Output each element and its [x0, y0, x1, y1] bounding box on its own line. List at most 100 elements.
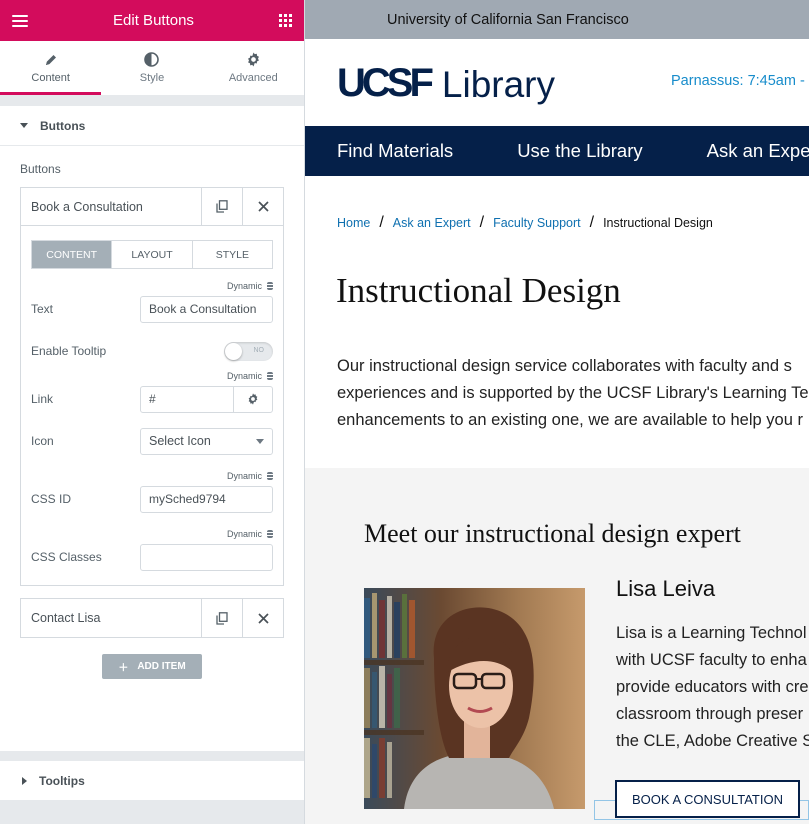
tab-content[interactable]: Content [0, 41, 102, 95]
panel-tabs: Content Style Advanced [0, 41, 304, 96]
section-buttons-toggle[interactable]: Buttons [0, 106, 304, 146]
section-buttons-body: Buttons Book a Consultation CONTENT LAYO… [0, 146, 304, 751]
tab-content-label: Content [31, 72, 70, 84]
ucsf-library-logo[interactable]: UCSF Library [337, 63, 555, 103]
database-icon [267, 372, 273, 380]
tab-style[interactable]: Style [101, 41, 203, 95]
panel-title: Edit Buttons [113, 12, 194, 29]
bio-line: with UCSF faculty to enha [616, 651, 807, 669]
bio-line: the CLE, Adobe Creative S [616, 732, 809, 750]
brand-row: UCSF Library Parnassus: 7:45am - 1 [305, 39, 809, 126]
repeater-item-header[interactable]: Contact Lisa [21, 599, 283, 637]
dynamic-label: Dynamic [226, 371, 262, 381]
tab-style-label: Style [139, 72, 165, 84]
breadcrumb-faculty-support[interactable]: Faculty Support [493, 216, 581, 230]
database-icon [267, 530, 273, 538]
expert-name: Lisa Leiva [616, 576, 716, 601]
dynamic-tag[interactable]: Dynamic [31, 369, 273, 383]
text-label: Text [31, 302, 54, 316]
link-options-gear-icon[interactable] [234, 387, 272, 412]
library-hours[interactable]: Parnassus: 7:45am - 1 [671, 73, 809, 89]
database-icon [267, 282, 273, 290]
logo-mark: UCSF [337, 60, 434, 105]
toggle-state: NO [253, 346, 265, 354]
add-item-button[interactable]: ＋ ADD ITEM [102, 654, 202, 679]
breadcrumb-separator: / [379, 214, 384, 231]
hamburger-menu-icon[interactable] [12, 14, 28, 27]
toggle-knob [225, 342, 242, 360]
dynamic-tag[interactable]: Dynamic [31, 469, 273, 483]
logo-text: Library [441, 63, 555, 105]
breadcrumb: Home / Ask an Expert / Faculty Support /… [305, 214, 809, 232]
icon-select-value: Select Icon [149, 434, 211, 448]
bio-line: provide educators with cre [616, 678, 809, 696]
widgets-grid-icon[interactable] [278, 14, 292, 27]
tooltip-label: Enable Tooltip [31, 344, 107, 358]
tab-advanced-label: Advanced [228, 72, 278, 84]
cssclasses-control: CSS Classes [31, 543, 273, 571]
expert-section: Meet our instructional design expert Lis… [305, 468, 809, 824]
cssid-input[interactable]: mySched9794 [140, 485, 273, 513]
gear-icon [246, 52, 261, 67]
expert-heading: Meet our instructional design expert [364, 519, 741, 548]
inner-tabs: CONTENT LAYOUT STYLE [31, 240, 273, 269]
database-icon [267, 472, 273, 480]
intro-line: Our instructional design service collabo… [337, 357, 792, 375]
dynamic-tag[interactable]: Dynamic [31, 527, 273, 541]
icon-control: Icon Select Icon [31, 427, 273, 455]
close-icon[interactable] [242, 187, 283, 226]
half-circle-icon [144, 52, 160, 67]
text-input[interactable]: Book a Consultation [140, 295, 273, 323]
repeater-label: Buttons [20, 162, 61, 176]
nav-use-the-library[interactable]: Use the Library [517, 140, 642, 162]
cssid-label: CSS ID [31, 492, 72, 506]
site-preview: University of California San Francisco U… [305, 0, 809, 824]
duplicate-icon[interactable] [201, 187, 242, 226]
text-control: Text Book a Consultation [31, 295, 273, 323]
bio-line: Lisa is a Learning Technol [616, 624, 807, 642]
panel-header: Edit Buttons [0, 0, 304, 41]
repeater-item-title[interactable]: Book a Consultation [21, 200, 201, 214]
dropdown-arrow-icon [256, 438, 264, 444]
dynamic-tag[interactable]: Dynamic [31, 279, 273, 293]
breadcrumb-separator: / [589, 214, 595, 231]
duplicate-icon[interactable] [201, 599, 242, 637]
intro-paragraph: Our instructional design service collabo… [305, 353, 809, 434]
breadcrumb-current: Instructional Design [603, 216, 713, 230]
section-tooltips-toggle[interactable]: Tooltips [0, 761, 304, 800]
repeater-item-title[interactable]: Contact Lisa [21, 611, 201, 625]
link-field: # [140, 385, 273, 413]
nav-find-materials[interactable]: Find Materials [337, 140, 453, 162]
tab-advanced[interactable]: Advanced [202, 41, 304, 95]
inner-tab-content[interactable]: CONTENT [32, 241, 113, 268]
tooltip-toggle[interactable]: NO [224, 341, 273, 361]
link-control: Link # [31, 385, 273, 413]
link-input[interactable]: # [141, 386, 234, 412]
caret-down-icon [20, 123, 28, 128]
close-icon[interactable] [242, 599, 283, 637]
bio-line: classroom through preser [616, 705, 804, 723]
breadcrumb-ask-an-expert[interactable]: Ask an Expert [393, 216, 471, 230]
dynamic-label: Dynamic [226, 529, 262, 539]
dynamic-label: Dynamic [226, 281, 262, 291]
university-name[interactable]: University of California San Francisco [387, 12, 629, 28]
section-tooltips-title: Tooltips [39, 773, 85, 788]
icon-select[interactable]: Select Icon [140, 427, 273, 455]
nav-ask-an-expert[interactable]: Ask an Expert [707, 140, 809, 162]
intro-line: experiences and is supported by the UCSF… [337, 384, 809, 402]
caret-right-icon [22, 776, 27, 785]
inner-tab-style[interactable]: STYLE [193, 241, 272, 268]
cssid-control: CSS ID mySched9794 [31, 485, 273, 513]
cssclasses-label: CSS Classes [31, 550, 102, 564]
breadcrumb-home[interactable]: Home [337, 216, 370, 230]
repeater-item-body: CONTENT LAYOUT STYLE Dynamic Text Book a… [21, 226, 283, 585]
repeater-item-header[interactable]: Book a Consultation [21, 187, 283, 226]
page-title: Instructional Design [336, 271, 621, 310]
pencil-icon [44, 52, 58, 67]
editor-panel: Edit Buttons Content Style Advanced Butt… [0, 0, 305, 824]
book-consultation-button[interactable]: BOOK A CONSULTATION [615, 780, 800, 818]
breadcrumb-separator: / [479, 214, 485, 231]
inner-tab-layout[interactable]: LAYOUT [112, 241, 193, 268]
expert-bio: Lisa is a Learning Technol with UCSF fac… [616, 620, 809, 755]
cssclasses-input[interactable] [140, 543, 273, 571]
